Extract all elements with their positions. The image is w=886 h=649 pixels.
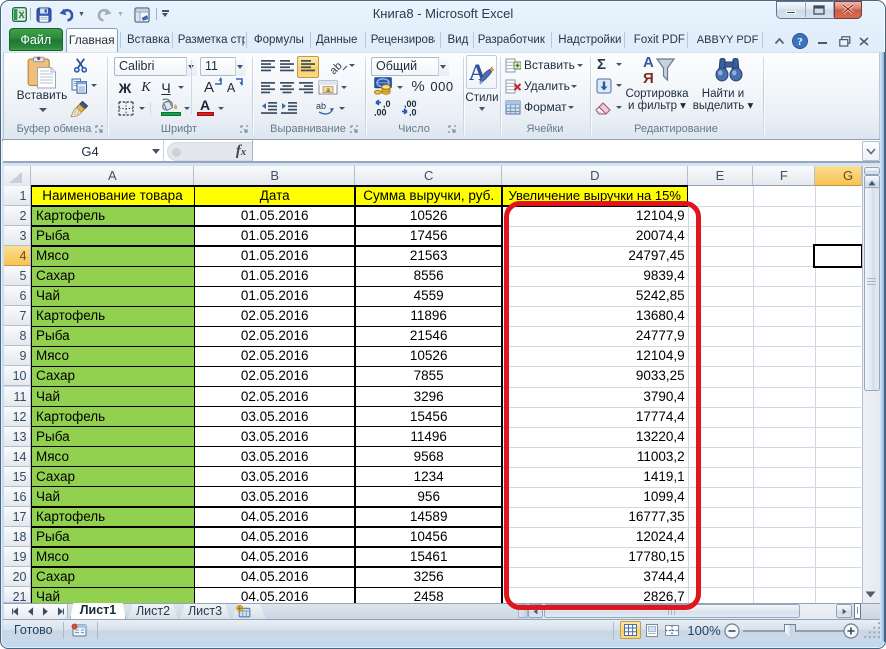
svg-text:ab: ab (316, 101, 326, 111)
svg-text:?: ? (797, 36, 803, 48)
svg-text:Я: Я (643, 70, 654, 84)
svg-text:X: X (18, 10, 25, 21)
svg-text:А: А (643, 54, 654, 71)
svg-text:ab: ab (330, 60, 345, 75)
svg-text:,00: ,00 (374, 108, 387, 117)
svg-text:,0: ,0 (409, 108, 417, 117)
svg-text:a: a (326, 87, 330, 94)
